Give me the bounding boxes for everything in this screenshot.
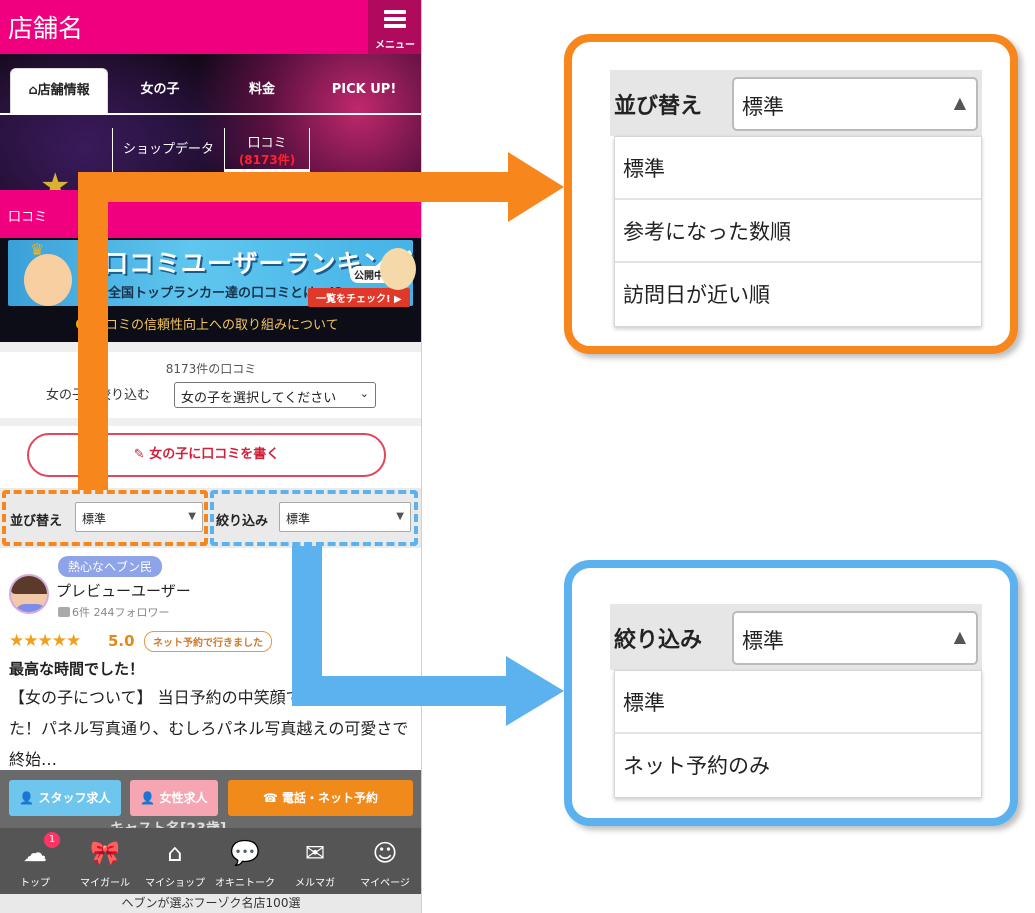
nav-mail-magazine[interactable]: ✉ メルマガ [280, 828, 350, 894]
bottom-navigation: ☁ 1 トップ 🎀 マイガール ⌂ マイショップ 💬 オキニトーク ✉ メルマガ… [0, 828, 421, 894]
nav-top[interactable]: ☁ 1 トップ [0, 828, 70, 894]
shop-name: 店舗名 [8, 14, 84, 43]
triangle-up-icon: ▲ [953, 93, 966, 112]
section-title: 口コミ [8, 210, 48, 225]
nav-my-girl[interactable]: 🎀 マイガール [70, 828, 140, 894]
star-decoration-icon: ★ [40, 166, 71, 190]
female-recruit-button[interactable]: 👤 女性求人 [130, 780, 218, 816]
blue-arrow-shaft [292, 676, 508, 706]
sort-option-helpful[interactable]: 参考になった数順 [615, 200, 981, 263]
reviewer-stats: 6件 244フォロワー [58, 604, 170, 620]
sort-dropdown-label: 並び替え [614, 94, 703, 119]
tab-girls[interactable]: 女の子 [112, 68, 208, 114]
orange-arrow-head-icon [508, 152, 564, 222]
pencil-icon: ✎ [133, 447, 150, 462]
sort-option-standard[interactable]: 標準 [615, 137, 981, 200]
hero-area: ★ ⌂店舗情報 女の子 料金 PICK UP! ショップデータ 口コミ (817… [0, 54, 421, 190]
blue-arrow-head-icon [506, 656, 564, 726]
ribbon-icon: 🎀 [90, 839, 120, 867]
phone-icon: ☎ [262, 791, 283, 805]
nav-my-shop[interactable]: ⌂ マイショップ [140, 828, 210, 894]
person-icon: 👤 [19, 791, 39, 805]
sort-dropdown-header: 並び替え 標準 ▲ [610, 70, 982, 136]
sort-dropdown-callout: 並び替え 標準 ▲ 標準 参考になった数順 訪問日が近い順 [564, 34, 1018, 354]
narrow-options-list: 標準 ネット予約のみ [614, 670, 982, 798]
ranking-banner[interactable]: ♛ 口コミユーザーランキング 全国トップランカー達の口コミとは…!? 公開中! … [0, 238, 421, 342]
reviewer-name[interactable]: プレビューユーザー [56, 580, 191, 601]
person-icon: 👤 [140, 791, 160, 805]
user-avatar[interactable] [9, 574, 49, 614]
subtab-shop-data[interactable]: ショップデータ [112, 128, 224, 172]
user-avatar-icon: ☺ [372, 839, 398, 867]
orange-arrow-stem [78, 176, 108, 490]
net-reservation-badge: ネット予約で行きました [144, 631, 272, 652]
chevron-down-icon: ⌄ [359, 387, 369, 400]
narrow-highlight [210, 490, 418, 546]
menu-button[interactable]: メニュー [368, 0, 421, 54]
tab-divider [0, 113, 421, 115]
review-title: 最高な時間でした！ [9, 660, 145, 678]
comment-icon [58, 607, 70, 617]
banner-cta: 一覧をチェック! ▶ [308, 288, 410, 307]
call-reserve-button[interactable]: ☎ 電話・ネット予約 [228, 780, 413, 816]
subtab-reviews[interactable]: 口コミ (8173件) [224, 128, 310, 172]
narrow-option-net-only[interactable]: ネット予約のみ [615, 734, 981, 797]
menu-label: メニュー [375, 40, 415, 51]
banner-character-icon [24, 254, 72, 306]
sort-options-list: 標準 参考になった数順 訪問日が近い順 [614, 136, 982, 327]
narrow-dropdown-callout: 絞り込み 標準 ▲ 標準 ネット予約のみ [564, 560, 1018, 826]
top-bar: 店舗名 メニュー [0, 0, 421, 54]
narrow-dropdown-header: 絞り込み 標準 ▲ [610, 604, 982, 670]
notification-badge: 1 [44, 832, 60, 848]
review-count: 8173件の口コミ [165, 362, 257, 376]
banner-image: ♛ 口コミユーザーランキング 全国トップランカー達の口コミとは…!? 公開中! … [8, 240, 416, 307]
chat-icon: 💬 [230, 839, 260, 867]
review-card[interactable]: 熱心なヘブン民 プレビューユーザー 6件 244フォロワー ★★★★★ 5.0 … [0, 548, 421, 770]
rating-stars: ★★★★★ [9, 631, 81, 651]
main-tabs: ⌂店舗情報 女の子 料金 PICK UP! [0, 68, 421, 114]
tab-shop-info[interactable]: ⌂店舗情報 [10, 68, 108, 114]
crown-icon: ♛ [30, 240, 45, 259]
tab-price[interactable]: 料金 [214, 68, 310, 114]
orange-arrow-shaft [78, 172, 510, 202]
triangle-up-icon: ▲ [953, 627, 966, 646]
user-rank-badge: 熱心なヘブン民 [58, 556, 163, 577]
girl-filter-select[interactable]: 女の子を選択してください ⌄ [174, 382, 376, 408]
nav-my-page[interactable]: ☺ マイページ [350, 828, 420, 894]
footer-strip[interactable]: ヘブンが選ぶフーゾク名店100選 [0, 894, 421, 913]
sort-dropdown-select[interactable]: 標準 ▲ [732, 77, 978, 131]
spacer [0, 418, 421, 426]
narrow-dropdown-select[interactable]: 標準 ▲ [732, 611, 978, 665]
tab-pickup[interactable]: PICK UP! [316, 68, 412, 114]
staff-recruit-button[interactable]: 👤 スタッフ求人 [9, 780, 121, 816]
mail-icon: ✉ [304, 839, 326, 867]
sort-highlight [2, 490, 208, 546]
spacer [0, 342, 421, 352]
narrow-option-standard[interactable]: 標準 [615, 671, 981, 734]
shop-icon: ⌂ [167, 839, 183, 867]
narrow-dropdown-label: 絞り込み [614, 628, 703, 653]
sort-option-recent-visit[interactable]: 訪問日が近い順 [615, 263, 981, 326]
nav-okini-talk[interactable]: 💬 オキニトーク [210, 828, 280, 894]
subtab-reviews-count: (8173件) [238, 153, 296, 167]
trust-link[interactable]: 口コミの信頼性向上への取り組みについて [76, 314, 339, 333]
home-icon: ⌂ [28, 83, 38, 98]
phone-screen: 店舗名 メニュー ★ ⌂店舗情報 女の子 料金 PICK UP! ショップデータ… [0, 0, 422, 913]
subtab-reviews-label: 口コミ [247, 136, 287, 151]
hamburger-icon [384, 10, 406, 31]
banner-glasses-character-icon [380, 248, 416, 290]
rating-score: 5.0 [108, 632, 135, 650]
